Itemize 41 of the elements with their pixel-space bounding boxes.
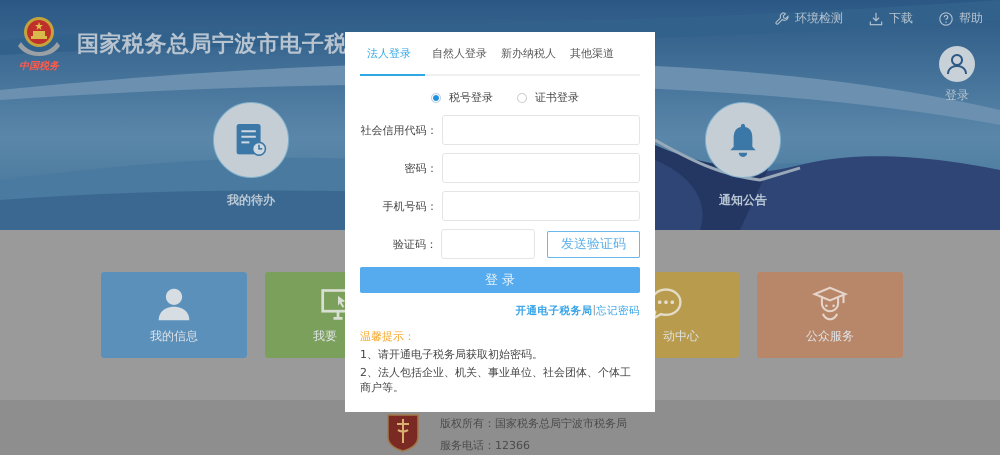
person-icon (156, 286, 192, 322)
logo-caption: 中国税务 (19, 60, 59, 73)
forgot-password-link[interactable]: 忘记密码 (596, 304, 640, 318)
captcha-field[interactable] (441, 229, 536, 259)
login-tab[interactable]: 法人登录 (360, 32, 425, 76)
top-link[interactable]: 帮助 (939, 10, 983, 27)
input-field[interactable] (442, 115, 640, 145)
radio-button[interactable] (517, 92, 527, 102)
login-button[interactable]: 登 录 (360, 267, 640, 293)
radio-label: 证书登录 (535, 90, 579, 105)
wrench-icon (775, 12, 789, 26)
radio-button[interactable] (431, 92, 441, 102)
field-label: 验证码： (392, 236, 438, 252)
field-label: 手机号码： (382, 198, 439, 214)
graduate-icon (812, 286, 848, 322)
download-icon (869, 12, 883, 26)
service-tile[interactable]: 我的信息 (101, 272, 247, 358)
login-tab[interactable]: 其他渠道 (563, 32, 621, 76)
top-link[interactable]: 环境检测 (775, 10, 843, 27)
site-title: 国家税务总局宁波市电子税 (77, 30, 347, 59)
help-icon (939, 12, 953, 26)
footer-text: 服务电话：12366 (440, 438, 531, 453)
field-label: 密码： (404, 160, 439, 176)
login-tab[interactable]: 自然人登录 (425, 32, 494, 76)
input-field[interactable] (442, 191, 640, 221)
document-clock-icon (235, 122, 267, 158)
tip-text: 2、法人包括企业、机关、事业单位、社会团体、个体工商户等。 (360, 365, 632, 395)
link-separator: | (592, 304, 596, 318)
radio-label: 税号登录 (449, 90, 493, 105)
tax-badge-icon (386, 412, 420, 452)
input-field[interactable] (442, 153, 640, 183)
field-label: 社会信用代码： (360, 122, 439, 138)
send-code-button[interactable]: 发送验证码 (547, 230, 640, 258)
service-tile[interactable]: 公众服务 (757, 272, 903, 358)
login-link[interactable]: 登录 (945, 87, 969, 104)
banner-label: 我的待办 (227, 192, 275, 209)
top-link[interactable]: 下载 (869, 10, 913, 27)
footer-text: 版权所有：国家税务总局宁波市税务局 (440, 416, 627, 431)
login-tab[interactable]: 新办纳税人 (494, 32, 563, 76)
banner-label: 通知公告 (719, 192, 767, 209)
open-account-link[interactable]: 开通电子税务局 (515, 304, 592, 318)
